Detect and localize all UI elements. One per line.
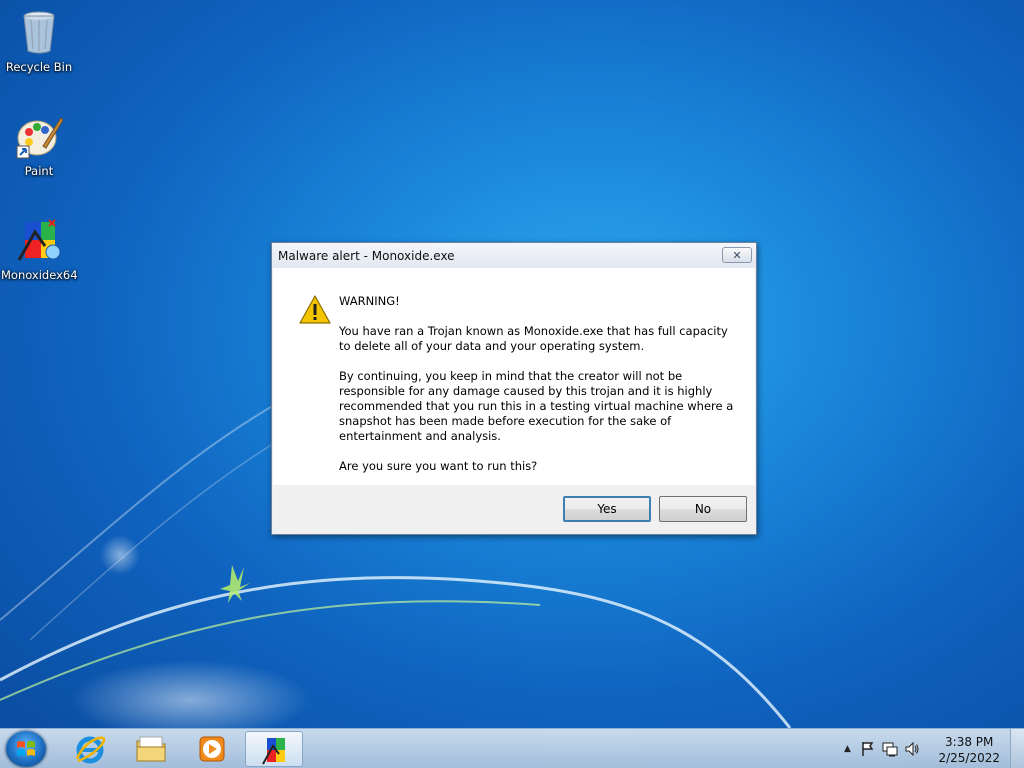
show-desktop-button[interactable] (1010, 729, 1024, 768)
desktop-icon-recycle-bin[interactable]: Recycle Bin (1, 8, 77, 74)
taskbar-internet-explorer[interactable] (61, 731, 119, 767)
monoxide-icon (15, 216, 63, 264)
show-hidden-icons-icon[interactable]: ▲ (844, 744, 851, 754)
dialog-message: WARNING! You have ran a Trojan known as … (339, 294, 739, 489)
media-player-icon (199, 736, 225, 762)
confirm-question: Are you sure you want to run this? (339, 459, 538, 473)
taskbar-monoxide[interactable] (245, 731, 303, 767)
paint-icon (15, 112, 64, 160)
dialog-body: WARNING! You have ran a Trojan known as … (273, 268, 755, 485)
internet-explorer-icon (75, 736, 106, 764)
taskbar-media-player[interactable] (183, 731, 241, 767)
volume-icon[interactable] (904, 741, 920, 760)
system-tray: ▲ 3:38 PM 2/25/2022 (824, 729, 1024, 768)
start-button[interactable] (6, 731, 46, 767)
desktop-icon-label: Recycle Bin (5, 60, 73, 74)
monoxide-icon (262, 738, 285, 765)
dialog-titlebar[interactable]: Malware alert - Monoxide.exe ✕ (272, 243, 756, 268)
desktop-icon-label: Paint (24, 164, 54, 178)
message-paragraph: You have ran a Trojan known as Monoxide.… (339, 324, 728, 353)
close-button[interactable]: ✕ (722, 247, 752, 263)
desktop-icon-label: Monoxidex64 (1, 268, 78, 282)
desktop-icon-paint[interactable]: Paint (1, 112, 77, 178)
action-center-flag-icon[interactable] (860, 741, 876, 760)
message-paragraph: By continuing, you keep in mind that the… (339, 369, 734, 443)
clock-time: 3:38 PM (945, 735, 994, 749)
warning-icon (299, 295, 331, 329)
taskbar-file-explorer[interactable] (122, 731, 180, 767)
warning-heading: WARNING! (339, 294, 400, 308)
no-button[interactable]: No (659, 496, 747, 522)
malware-alert-dialog: Malware alert - Monoxide.exe ✕ WARNING! … (271, 242, 757, 535)
recycle-bin-icon (15, 8, 63, 56)
dialog-title: Malware alert - Monoxide.exe (278, 248, 455, 263)
windows-logo-icon (17, 741, 35, 756)
dialog-footer: Yes No (273, 485, 755, 534)
file-explorer-icon (136, 736, 166, 762)
taskbar: ▲ 3:38 PM 2/25/2022 (0, 728, 1024, 768)
yes-button[interactable]: Yes (563, 496, 651, 522)
clock-date: 2/25/2022 (938, 751, 1000, 765)
close-icon: ✕ (732, 248, 742, 262)
network-icon[interactable] (882, 741, 898, 760)
desktop: Recycle Bin Paint Monoxidex64 Malware al… (0, 0, 1024, 728)
desktop-icon-monoxidex64[interactable]: Monoxidex64 (1, 216, 78, 282)
system-clock[interactable]: 3:38 PM 2/25/2022 (938, 734, 1000, 766)
